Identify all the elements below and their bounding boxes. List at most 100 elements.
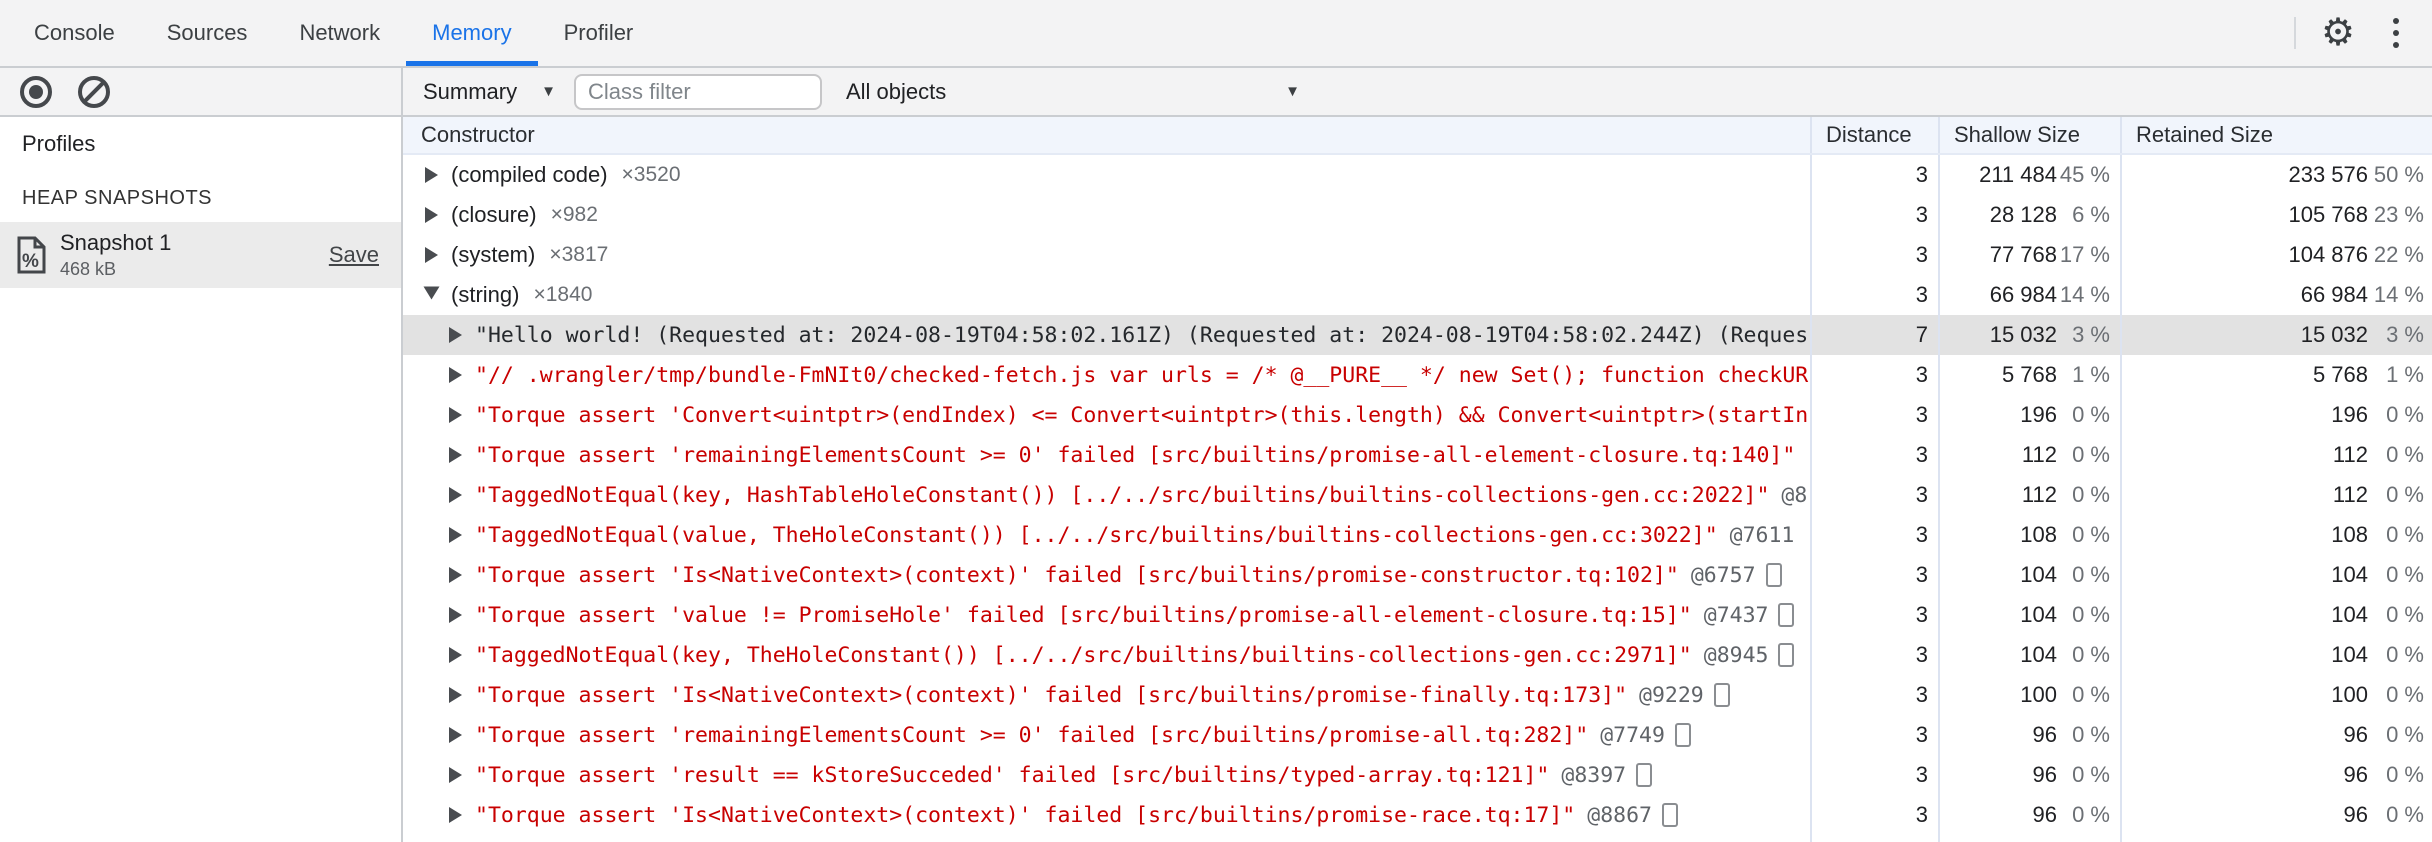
table-row[interactable]: (closure) ×982 3 28 128 6 % 105 768 23 % — [403, 195, 2432, 235]
distance-cell: 3 — [1810, 155, 1938, 195]
column-header-shallow-size[interactable]: Shallow Size — [1938, 117, 2120, 153]
expand-arrow-icon[interactable] — [449, 407, 462, 423]
constructor-cell: "Torque assert 'Convert<uintptr>(endInde… — [403, 395, 1810, 435]
column-header-distance[interactable]: Distance — [1810, 117, 1938, 153]
distance-cell: 3 — [1810, 715, 1938, 755]
table-row[interactable]: "TaggedNotEqual(key, HashTableHoleConsta… — [403, 475, 2432, 515]
table-row[interactable]: "TaggedNotEqual(value, TheHoleConstant()… — [403, 515, 2432, 555]
distance-cell: 3 — [1810, 355, 1938, 395]
table-row[interactable]: "Torque assert 'Is<NativeContext>(contex… — [403, 675, 2432, 715]
heap-snapshot-file-icon: % — [17, 236, 46, 274]
tab-console[interactable]: Console — [8, 0, 141, 66]
object-preview-icon[interactable] — [1778, 603, 1795, 627]
distance-cell: 3 — [1810, 595, 1938, 635]
sidebar-item-snapshot-1[interactable]: % Snapshot 1 468 kB Save — [0, 222, 401, 288]
constructor-cell: "Hello world! (Requested at: 2024-08-19T… — [403, 315, 1810, 355]
string-value: "TaggedNotEqual(key, HashTableHoleConsta… — [475, 482, 1770, 508]
retained-size-cell: 104 0 % — [2120, 635, 2432, 675]
table-row[interactable]: (compiled code) ×3520 3 211 484 45 % 233 … — [403, 155, 2432, 195]
profiles-toolbar — [0, 68, 401, 117]
table-row[interactable]: "Hello world! (Requested at: 2024-08-19T… — [403, 315, 2432, 355]
table-row[interactable]: "// .wrangler/tmp/bundle-FmNIt0/checked-… — [403, 355, 2432, 395]
table-row[interactable]: "Torque assert 'remainingElementsCount >… — [403, 435, 2432, 475]
expand-arrow-icon[interactable] — [449, 727, 462, 743]
sidebar-item-profiles[interactable]: Profiles — [0, 117, 401, 171]
snapshot-title: Snapshot 1 — [60, 230, 172, 255]
expand-arrow-icon[interactable] — [449, 527, 462, 543]
shallow-size-cell: 96 0 % — [1938, 795, 2120, 835]
object-preview-icon[interactable] — [1674, 723, 1691, 747]
object-preview-icon[interactable] — [1661, 803, 1678, 827]
retained-size-cell: 100 0 % — [2120, 675, 2432, 715]
constructor-cell: "TaggedNotEqual(value, TheHoleConstant()… — [403, 515, 1810, 555]
expand-arrow-icon[interactable] — [425, 247, 438, 263]
expand-arrow-icon[interactable] — [449, 327, 462, 343]
table-row[interactable]: "Torque assert 'remainingElementsCount >… — [403, 715, 2432, 755]
heap-snapshots-section-label: HEAP SNAPSHOTS — [22, 187, 213, 209]
table-row[interactable]: "Torque assert 'Is<NativeContext>(contex… — [403, 555, 2432, 595]
tab-profiler[interactable]: Profiler — [538, 0, 660, 66]
table-row[interactable]: "Torque assert 'result == kStoreSucceded… — [403, 755, 2432, 795]
column-header-retained-size[interactable]: Retained Size — [2120, 117, 2432, 153]
object-preview-icon[interactable] — [1636, 763, 1653, 787]
settings-gear-icon[interactable]: ⚙ — [2312, 14, 2364, 52]
retained-size-cell: 15 032 3 % — [2120, 315, 2432, 355]
table-row[interactable]: "Torque assert 'Convert<uintptr>(endInde… — [403, 395, 2432, 435]
constructor-name: (string) — [451, 282, 520, 307]
heap-snapshot-toolbar: Summary ▼ All objects ▼ — [403, 68, 2432, 117]
perspective-select[interactable]: Summary ▼ — [415, 79, 574, 105]
expand-arrow-icon[interactable] — [449, 647, 462, 663]
expand-arrow-icon[interactable] — [449, 687, 462, 703]
table-row[interactable]: (system) ×3817 3 77 768 17 % 104 876 22 % — [403, 235, 2432, 275]
expand-arrow-icon[interactable] — [449, 487, 462, 503]
constructor-cell: (closure) ×982 — [403, 195, 1810, 235]
expand-arrow-icon[interactable] — [425, 207, 438, 223]
table-row[interactable]: "Torque assert 'value != PromiseHole' fa… — [403, 595, 2432, 635]
object-id: @9229 — [1639, 682, 1704, 708]
tab-memory[interactable]: Memory — [406, 0, 539, 66]
retained-size-cell: 112 0 % — [2120, 475, 2432, 515]
expand-arrow-icon[interactable] — [425, 167, 438, 183]
snapshot-info: Snapshot 1 468 kB — [60, 230, 171, 280]
constructor-name: (compiled code) — [451, 162, 608, 187]
expand-arrow-icon[interactable] — [449, 367, 462, 383]
object-preview-icon[interactable] — [1778, 643, 1795, 667]
snapshot-save-link[interactable]: Save — [329, 242, 379, 268]
expand-arrow-icon[interactable] — [449, 567, 462, 583]
distance-cell: 3 — [1810, 435, 1938, 475]
objects-filter-value: All objects — [845, 78, 947, 104]
table-row[interactable]: "TaggedNotEqual(key, TheHoleConstant()) … — [403, 635, 2432, 675]
object-id: @8945 — [1703, 642, 1769, 668]
column-header-constructor[interactable]: Constructor — [403, 117, 1810, 153]
object-id: @6757 — [1690, 562, 1756, 588]
shallow-size-cell: 108 0 % — [1938, 515, 2120, 555]
expand-arrow-icon[interactable] — [423, 286, 440, 300]
tab-sources[interactable]: Sources — [141, 0, 274, 66]
object-preview-icon[interactable] — [1765, 563, 1782, 587]
distance-cell: 3 — [1810, 515, 1938, 555]
expand-arrow-icon[interactable] — [449, 607, 462, 623]
objects-filter-select[interactable]: All objects ▼ — [846, 79, 1306, 105]
shallow-size-cell: 196 0 % — [1938, 395, 2120, 435]
record-heap-snapshot-icon[interactable] — [20, 75, 52, 108]
expand-arrow-icon[interactable] — [449, 807, 462, 823]
expand-arrow-icon[interactable] — [449, 447, 462, 463]
table-row[interactable]: "Torque assert 'Is<NativeContext>(contex… — [403, 795, 2432, 835]
string-value: "Torque assert 'Convert<uintptr>(endInde… — [475, 402, 1809, 428]
clear-profiles-icon[interactable] — [78, 75, 110, 108]
more-options-icon[interactable] — [2374, 18, 2418, 48]
shallow-size-cell: 66 984 14 % — [1938, 275, 2120, 315]
class-filter-input[interactable] — [573, 73, 822, 110]
shallow-size-cell: 211 484 45 % — [1938, 155, 2120, 195]
tab-network[interactable]: Network — [273, 0, 406, 66]
instance-count: ×3520 — [621, 163, 681, 186]
string-value: "Torque assert 'remainingElementsCount >… — [475, 722, 1589, 748]
constructor-name: (system) — [451, 242, 536, 267]
table-row[interactable]: (string) ×1840 3 66 984 14 % 66 984 14 % — [403, 275, 2432, 315]
memory-panel: Profiles HEAP SNAPSHOTS % Snapshot 1 468… — [0, 68, 2432, 842]
string-value: "Torque assert 'result == kStoreSucceded… — [475, 762, 1550, 788]
object-preview-icon[interactable] — [1713, 683, 1730, 707]
shallow-size-cell: 100 0 % — [1938, 675, 2120, 715]
distance-cell: 3 — [1810, 675, 1938, 715]
expand-arrow-icon[interactable] — [449, 767, 462, 783]
